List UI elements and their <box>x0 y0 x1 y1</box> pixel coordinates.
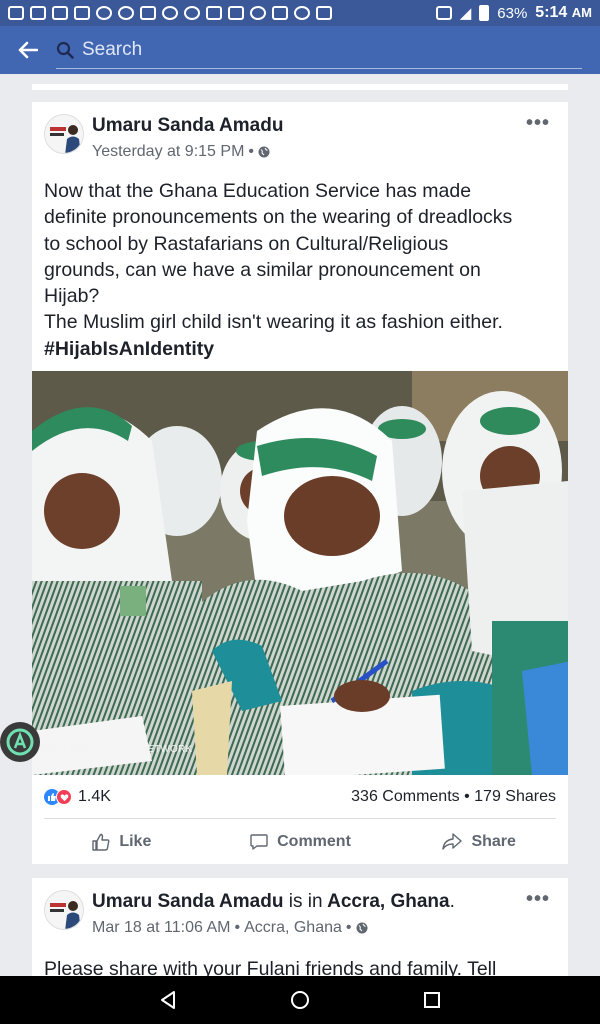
post-actions: Like Comment Share <box>32 819 568 864</box>
post-photo[interactable]: LIMAH MENTORSHIP NETWORK <box>32 371 568 775</box>
post-body: Now that the Ghana Education Service has… <box>44 178 560 362</box>
post-author[interactable]: Umaru Sanda Amadu <box>92 115 283 137</box>
post-card: Umaru Sanda Amadu is in Accra, Ghana. Ma… <box>32 878 568 976</box>
floating-assistant-button[interactable] <box>0 722 40 762</box>
search-placeholder: Search <box>82 38 143 60</box>
more-options-icon[interactable]: ••• <box>526 112 550 135</box>
clock: 5:14 AM <box>535 4 592 22</box>
nav-recents-button[interactable] <box>420 988 444 1012</box>
globe-icon <box>356 922 367 934</box>
share-icon <box>442 832 463 850</box>
post-text-line: Hijab? <box>44 285 100 308</box>
photo-illustration <box>32 371 568 775</box>
battery-icon <box>479 5 490 21</box>
post-timestamp[interactable]: Mar 18 at 11:06 AM <box>92 919 230 937</box>
post-text-line: grounds, can we have a similar pronounce… <box>44 258 481 281</box>
nav-home-button[interactable] <box>288 988 312 1012</box>
twitter-icon <box>206 6 222 20</box>
image-icon <box>228 6 244 20</box>
reaction-icons <box>44 789 72 805</box>
avatar[interactable] <box>44 114 84 154</box>
avatar-image <box>45 115 83 153</box>
engagement-counts: 336 Comments • 179 Shares <box>351 788 556 806</box>
like-button[interactable]: Like <box>32 819 211 864</box>
post-text-line: The Muslim girl child isn't wearing it a… <box>44 311 503 334</box>
like-icon <box>92 833 110 851</box>
photo-caption: LIMAH MENTORSHIP NETWORK <box>34 744 193 755</box>
location-link[interactable]: Accra, Ghana <box>327 891 450 912</box>
news-feed[interactable]: Umaru Sanda Amadu Yesterday at 9:15 PM •… <box>0 74 600 976</box>
post-timestamp[interactable]: Yesterday at 9:15 PM <box>92 143 244 161</box>
nav-home-icon <box>291 991 309 1009</box>
share-label: Share <box>471 832 516 850</box>
instagram-icon <box>316 6 332 20</box>
post-author[interactable]: Umaru Sanda Amadu <box>92 891 283 912</box>
comment-icon <box>250 833 268 850</box>
separator-dot: • <box>234 919 241 936</box>
notification-icon <box>30 6 46 20</box>
love-reaction-icon <box>56 789 72 805</box>
separator-dot: • <box>248 143 254 160</box>
battery-percent: 63% <box>497 4 528 22</box>
system-status: ◢ 63% 5:14 AM <box>435 4 592 22</box>
reactions-summary[interactable]: 1.4K <box>44 788 111 806</box>
comments-count[interactable]: 336 Comments <box>351 788 460 805</box>
notification-icon <box>74 6 90 20</box>
notification-icons <box>8 6 332 20</box>
shares-count[interactable]: 179 Shares <box>474 788 556 805</box>
reactions-count: 1.4K <box>78 788 111 805</box>
post-meta: Mar 18 at 11:06 AM • Accra, Ghana • <box>92 919 368 937</box>
notification-icon <box>140 6 156 20</box>
notification-icon <box>52 6 68 20</box>
status-bar: ◢ 63% 5:14 AM <box>0 0 600 26</box>
nav-recents-icon <box>424 992 440 1008</box>
globe-icon <box>258 146 270 158</box>
signal-icon: ◢ <box>459 5 472 22</box>
twitter-icon <box>272 6 288 20</box>
post-text-line: to school by Rastafarians on Cultural/Re… <box>44 232 449 255</box>
notification-icon <box>162 6 178 20</box>
post-text-line: Now that the Ghana Education Service has… <box>44 180 472 202</box>
avatar-image <box>45 891 83 929</box>
post-place[interactable]: Accra, Ghana <box>244 919 342 937</box>
post-text-line: Please share with your Fulani friends an… <box>44 958 497 976</box>
clock-suffix: AM <box>571 5 592 20</box>
assistant-icon <box>6 728 34 756</box>
avatar[interactable] <box>44 890 84 930</box>
separator-dot: • <box>464 788 475 805</box>
bell-icon <box>294 6 310 20</box>
period: . <box>449 891 455 912</box>
comment-button[interactable]: Comment <box>211 819 390 864</box>
back-arrow-icon <box>18 41 38 59</box>
post-card: Umaru Sanda Amadu Yesterday at 9:15 PM •… <box>32 102 568 864</box>
more-options-icon[interactable]: ••• <box>526 888 550 911</box>
back-button[interactable] <box>0 26 56 74</box>
notification-icon <box>118 6 134 20</box>
search-input[interactable]: Search <box>56 31 582 69</box>
share-button[interactable]: Share <box>389 819 568 864</box>
vibrate-icon <box>435 6 452 20</box>
is-in-label: is in <box>288 891 323 912</box>
clock-time: 5:14 <box>535 4 568 21</box>
top-search-bar: Search <box>0 26 600 74</box>
post-meta: Yesterday at 9:15 PM • <box>92 143 270 161</box>
notification-icon <box>96 6 112 20</box>
like-label: Like <box>119 832 152 850</box>
post-author-line: Umaru Sanda Amadu is in Accra, Ghana. <box>92 891 455 913</box>
message-icon <box>8 6 24 20</box>
separator-dot: • <box>345 919 352 936</box>
nav-back-icon <box>161 991 175 1009</box>
system-nav-bar <box>0 976 600 1024</box>
comment-label: Comment <box>277 832 351 850</box>
post-text-line: definite pronouncements on the wearing o… <box>44 206 513 229</box>
notification-icon <box>184 6 200 20</box>
search-icon <box>56 41 74 59</box>
nav-back-button[interactable] <box>156 988 180 1012</box>
hashtag-link[interactable]: #HijabIsAnIdentity <box>44 336 560 362</box>
previous-card-edge <box>32 84 568 90</box>
whatsapp-icon <box>250 6 266 20</box>
